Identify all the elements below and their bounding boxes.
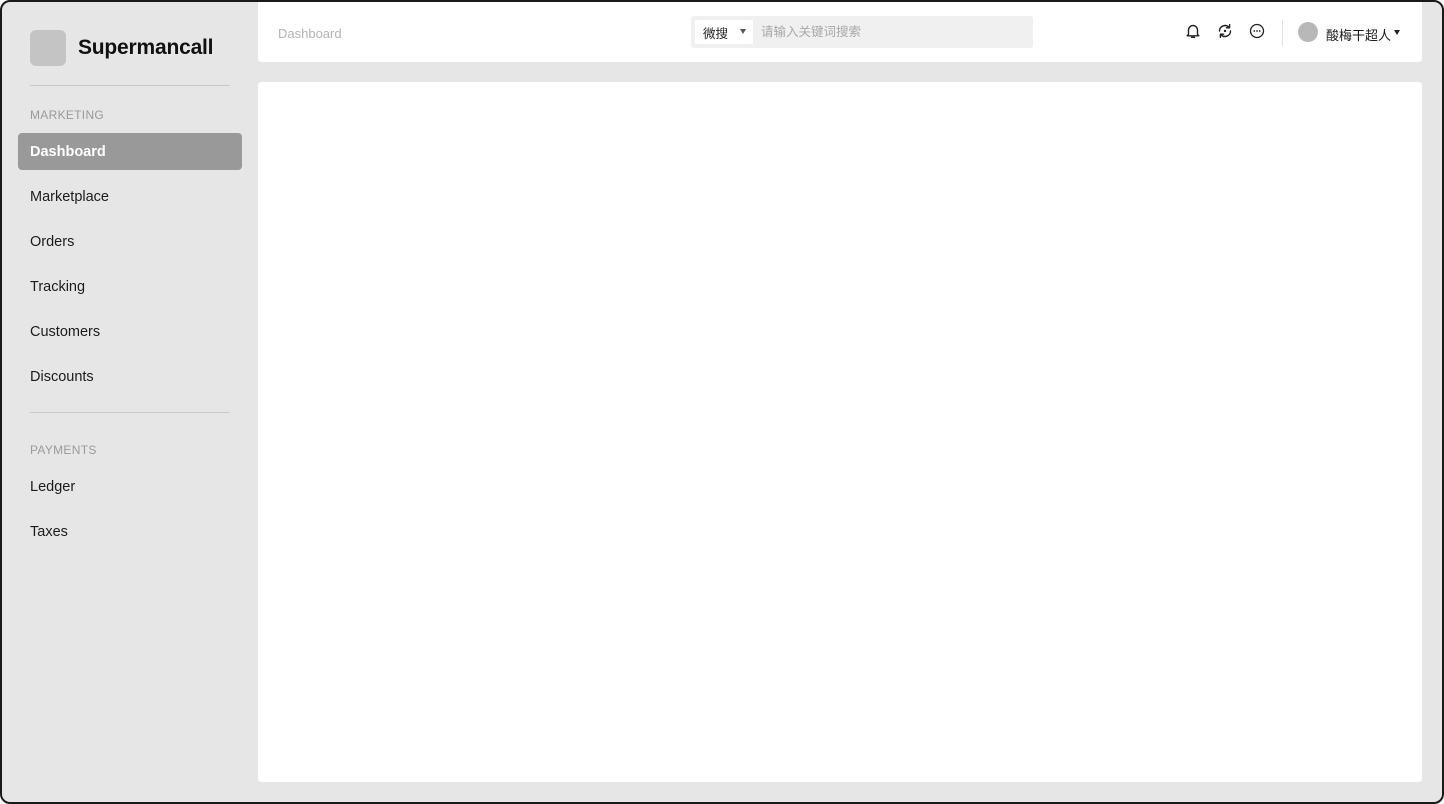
caret-down-icon[interactable] xyxy=(1394,30,1400,35)
sidebar-item-dashboard[interactable]: Dashboard xyxy=(18,133,242,170)
section-label-payments: PAYMENTS xyxy=(30,443,97,457)
search-input[interactable] xyxy=(761,20,1033,44)
top-bar: Dashboard 微搜 请输入关键词搜索 酸梅干超人 xyxy=(258,2,1422,62)
search-bar: 微搜 xyxy=(691,16,1033,48)
sidebar-divider xyxy=(30,412,230,413)
section-label-marketing: MARKETING xyxy=(30,108,105,122)
sidebar-divider xyxy=(30,85,230,86)
sidebar-item-marketplace[interactable]: Marketplace xyxy=(18,178,242,215)
sidebar: Supermancall MARKETING Dashboard Marketp… xyxy=(2,2,258,802)
sidebar-item-orders[interactable]: Orders xyxy=(18,223,242,260)
main-content-panel xyxy=(258,82,1422,782)
sidebar-item-discounts[interactable]: Discounts xyxy=(18,358,242,395)
brand-name: Supermancall xyxy=(78,36,214,59)
refresh-icon[interactable] xyxy=(1216,22,1234,40)
sidebar-item-tracking[interactable]: Tracking xyxy=(18,268,242,305)
caret-down-icon xyxy=(740,29,746,34)
bell-icon[interactable] xyxy=(1184,22,1202,40)
breadcrumb[interactable]: Dashboard xyxy=(278,26,342,41)
search-scope-label: 微搜 xyxy=(703,26,729,41)
app-window: Supermancall MARKETING Dashboard Marketp… xyxy=(0,0,1444,804)
user-name[interactable]: 酸梅干超人 xyxy=(1326,25,1391,44)
brand-logo xyxy=(30,30,66,66)
header-divider xyxy=(1282,20,1283,46)
more-icon[interactable] xyxy=(1248,22,1266,40)
avatar[interactable] xyxy=(1298,22,1318,42)
search-scope-select[interactable]: 微搜 xyxy=(695,20,753,44)
sidebar-item-taxes[interactable]: Taxes xyxy=(18,513,242,550)
sidebar-item-customers[interactable]: Customers xyxy=(18,313,242,350)
sidebar-item-ledger[interactable]: Ledger xyxy=(18,468,242,505)
brand[interactable]: Supermancall xyxy=(30,30,214,66)
